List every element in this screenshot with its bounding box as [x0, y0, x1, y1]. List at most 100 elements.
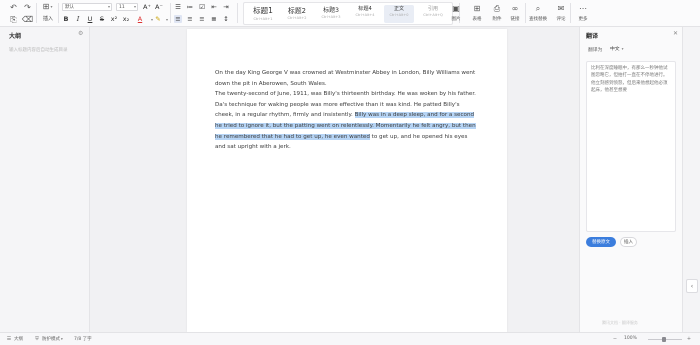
style-body-text[interactable]: 正文 Ctrl+Alt+0: [384, 5, 414, 23]
style-heading-4[interactable]: 标题4 Ctrl+Alt+4: [350, 5, 380, 23]
protect-mode-label: 防护模式: [42, 337, 60, 342]
status-bar: ☰ 大纲 ⛨ 防护模式 ▾ 7/8 了字 − 100% +: [0, 332, 700, 345]
translate-panel-title: 翻译: [586, 33, 599, 40]
subscript-button[interactable]: x₂: [122, 15, 130, 23]
insert-table-button[interactable]: ⊞ 表格: [466, 2, 488, 25]
outline-empty-hint: 输入标题内容后自动生成目录: [9, 48, 68, 53]
protect-mode-button[interactable]: ⛨ 防护模式 ▾: [34, 336, 63, 342]
outdent-button[interactable]: ⇤: [210, 3, 218, 11]
bullet-list-button[interactable]: ≔: [186, 3, 194, 11]
font-shrink-button[interactable]: A⁻: [155, 3, 163, 11]
checklist-icon: ☑: [199, 3, 205, 11]
zoom-out-button[interactable]: −: [612, 336, 620, 342]
more-label: 更多: [578, 17, 588, 22]
outline-toggle-button[interactable]: ☰ 大纲: [6, 336, 23, 342]
find-replace-button[interactable]: ⌕ 查找替换: [526, 2, 550, 25]
align-right-button[interactable]: ≡: [198, 15, 206, 23]
zoom-in-button[interactable]: +: [686, 336, 694, 342]
style-quote[interactable]: 引用 Ctrl+Alt+Q: [418, 5, 448, 23]
right-side-strip: ‹: [682, 27, 700, 332]
font-color-button[interactable]: A: [136, 15, 144, 23]
font-grow-button[interactable]: A⁺: [143, 3, 151, 11]
image-icon: ▣: [452, 4, 460, 13]
indent-button[interactable]: ⇥: [222, 3, 230, 11]
attachment-icon: ⎙: [493, 4, 501, 13]
font-family-select[interactable]: 默认 ▾: [62, 3, 112, 11]
comment-icon: ✉: [557, 4, 565, 13]
translation-result: 比利在深度睡眠中，有那么一秒钟他试图忽略它，但拍打一直在不停地进行。他立刻感到愤…: [586, 61, 676, 232]
target-language-select[interactable]: 中文 ▾: [610, 45, 624, 52]
zoom-out-icon: −: [612, 335, 618, 342]
format-painter-button[interactable]: ⎘: [9, 15, 18, 24]
italic-button[interactable]: I: [74, 15, 82, 23]
replace-original-button[interactable]: 替换原文: [586, 237, 616, 247]
align-center-button[interactable]: ≡: [186, 15, 194, 23]
font-size-select[interactable]: 11 ▾: [116, 3, 138, 11]
zoom-in-icon: +: [686, 335, 692, 342]
undo-button[interactable]: ↶: [9, 3, 18, 12]
style-body-text-name: 正文: [393, 6, 404, 12]
superscript-button[interactable]: x²: [110, 15, 118, 23]
style-heading-2-shortcut: Ctrl+Alt+2: [287, 16, 307, 20]
bullet-list-icon: ≔: [186, 3, 194, 11]
subscript-icon: x₂: [122, 15, 130, 23]
zoom-level[interactable]: 100%: [624, 336, 637, 341]
align-right-icon: ≡: [199, 15, 205, 23]
strikethrough-button[interactable]: S: [98, 15, 106, 23]
page-info: 7/8 了字: [74, 337, 92, 342]
insert-translation-button[interactable]: 插入: [620, 237, 637, 247]
document-page[interactable]: On the day King George V was crowned at …: [187, 29, 507, 332]
clear-format-button[interactable]: ⌫: [22, 15, 33, 24]
style-heading-3-name: 标题3: [323, 7, 339, 14]
outline-toggle-label: 大纲: [14, 337, 23, 342]
style-heading-2[interactable]: 标题2 Ctrl+Alt+2: [282, 5, 312, 23]
outline-panel: 大纲 ⚙ 输入标题内容后自动生成目录: [0, 27, 90, 332]
underline-icon: U: [87, 15, 93, 23]
line-spacing-button[interactable]: ↕: [222, 15, 230, 23]
style-heading-1[interactable]: 标题1 Ctrl+Alt+1: [248, 5, 278, 23]
translate-panel: 翻译 ✕ 翻译为 中文 ▾ 比利在深度睡眠中，有那么一秒钟他试图忽略它，但拍打一直…: [579, 27, 682, 332]
find-replace-label: 查找替换: [529, 17, 547, 22]
style-heading-3[interactable]: 标题3 Ctrl+Alt+3: [316, 5, 346, 23]
close-icon: ✕: [673, 30, 679, 37]
checklist-button[interactable]: ☑: [198, 3, 206, 11]
paragraph-2[interactable]: The twenty-second of June, 1911, was Bil…: [215, 89, 478, 153]
chevron-down-icon: ▾: [621, 46, 624, 51]
comment-button[interactable]: ✉ 评论: [550, 2, 572, 25]
ordered-list-button[interactable]: ☰: [174, 3, 182, 11]
font-size-value: 11: [119, 4, 125, 10]
format-painter-icon: ⎘: [10, 14, 17, 24]
highlight-icon: ✎: [155, 15, 161, 23]
superscript-icon: x²: [110, 15, 118, 23]
font-color-icon: A: [137, 15, 143, 23]
bold-button[interactable]: B: [62, 15, 70, 23]
insert-link-label: 链接: [510, 17, 520, 22]
align-left-button[interactable]: ≡: [174, 15, 182, 23]
outline-settings-button[interactable]: ⚙: [78, 30, 83, 37]
font-grow-icon: A⁺: [143, 3, 151, 11]
font-family-value: 默认: [65, 5, 74, 10]
outline-icon: ☰: [6, 335, 12, 342]
redo-button[interactable]: ↷: [23, 3, 32, 12]
insert-image-button[interactable]: ▣ 图片: [445, 2, 467, 25]
paragraph-1[interactable]: On the day King George V was crowned at …: [215, 68, 478, 89]
style-heading-4-name: 标题4: [358, 6, 372, 12]
insert-table-label: 表格: [472, 17, 482, 22]
justify-button[interactable]: ≣: [210, 15, 218, 23]
chevron-left-icon: ‹: [690, 282, 694, 290]
insert-image-label: 图片: [451, 17, 461, 22]
zoom-slider-handle[interactable]: [662, 337, 666, 342]
document-body[interactable]: On the day King George V was crowned at …: [215, 68, 478, 153]
collapse-panel-button[interactable]: ‹: [686, 279, 698, 293]
style-heading-1-shortcut: Ctrl+Alt+1: [253, 17, 273, 21]
align-left-icon: ≡: [175, 15, 181, 23]
line-spacing-icon: ↕: [223, 15, 229, 23]
translate-close-button[interactable]: ✕: [673, 30, 678, 37]
outline-title: 大纲: [9, 33, 22, 40]
insert-menu-button[interactable]: ⊞ ▾: [40, 2, 54, 11]
insert-link-button[interactable]: ∞ 链接: [504, 2, 526, 25]
more-button[interactable]: ⋯ 更多: [572, 2, 594, 25]
translate-watermark: 腾讯文档 · 翻译服务: [602, 320, 638, 325]
underline-button[interactable]: U: [86, 15, 94, 23]
highlight-button[interactable]: ✎: [154, 15, 162, 23]
